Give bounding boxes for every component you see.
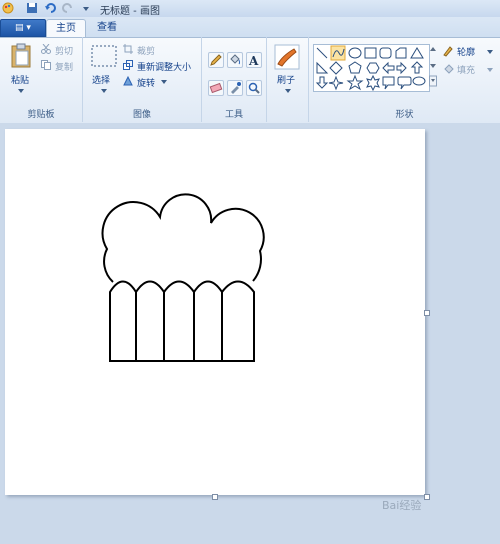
arrow-left-shape-icon	[396, 61, 407, 75]
resize-icon	[123, 60, 133, 70]
right-triangle-shape-icon	[316, 61, 329, 74]
tab-home[interactable]: 主页	[46, 19, 86, 38]
outline-button[interactable]: 轮廓	[457, 45, 475, 58]
resize-handle-bottom[interactable]	[212, 494, 218, 500]
fence-post-4	[193, 280, 223, 362]
callout-oval-shape-icon	[412, 76, 426, 86]
star4-shape-icon	[328, 75, 344, 91]
fence-post-5	[221, 280, 255, 362]
file-menu-button[interactable]: ▤ ▾	[0, 19, 46, 37]
arrow-up-shape-icon	[410, 61, 424, 74]
scissors-icon	[41, 44, 51, 54]
pencil-icon[interactable]	[208, 52, 224, 68]
shapes-gallery-icons[interactable]	[314, 45, 429, 92]
rotate-dropdown-icon[interactable]	[160, 79, 168, 85]
fence-post-2	[135, 280, 165, 362]
paste-button-label[interactable]: 粘贴	[11, 73, 29, 86]
customize-toolbar-icon[interactable]	[80, 2, 92, 14]
polygon-shape-icon	[395, 47, 407, 59]
paste-icon[interactable]	[10, 43, 34, 69]
cut-button[interactable]: 剪切	[55, 44, 73, 57]
callout-rect-shape-icon	[382, 76, 395, 90]
shapes-scroll-icon[interactable]	[429, 46, 437, 88]
rounded-rectangle-shape-icon	[379, 47, 392, 59]
brushes-group: 刷子	[267, 37, 309, 122]
tree-drawing	[101, 193, 265, 362]
resize-handle-right[interactable]	[424, 310, 430, 316]
fill-button[interactable]: 填充	[457, 63, 475, 76]
resize-handle-corner[interactable]	[424, 494, 430, 500]
drawing-canvas[interactable]	[5, 129, 425, 495]
select-dropdown-icon[interactable]	[100, 88, 108, 94]
paint-app-icon	[2, 2, 14, 14]
fill-icon	[444, 64, 454, 74]
image-group-label: 图像	[132, 110, 151, 120]
fill-dropdown-icon[interactable]	[486, 67, 494, 73]
clipboard-group-label: 剪贴板	[27, 110, 55, 120]
redo-icon[interactable]	[62, 2, 74, 14]
window-title: 无标题 - 画图	[100, 6, 160, 17]
color-picker-icon[interactable]	[227, 80, 243, 96]
magnifier-icon[interactable]	[246, 80, 262, 96]
select-icon[interactable]	[91, 45, 117, 67]
shapes-gallery	[313, 44, 430, 92]
title-bar: 无标题 - 画图	[0, 0, 500, 18]
star6-shape-icon	[366, 74, 380, 92]
brushes-dropdown-icon[interactable]	[284, 88, 292, 94]
undo-icon[interactable]	[44, 2, 56, 14]
line-shape-icon	[316, 47, 328, 59]
hexagon-shape-icon	[366, 62, 380, 74]
eraser-icon[interactable]	[208, 80, 224, 96]
fill-bucket-icon[interactable]	[227, 52, 243, 68]
diamond-shape-icon	[329, 61, 343, 75]
arrow-right-shape-icon	[382, 61, 395, 75]
resize-button[interactable]: 重新调整大小	[137, 60, 191, 73]
select-button-label[interactable]: 选择	[92, 73, 110, 86]
fence-post-1	[109, 280, 137, 362]
rotate-icon	[123, 76, 133, 86]
text-icon[interactable]: A	[246, 52, 262, 68]
crop-button[interactable]: 裁剪	[137, 44, 155, 57]
arrow-down-shape-icon	[315, 76, 329, 89]
tools-group: A 工具	[202, 37, 267, 122]
crop-icon	[123, 44, 133, 54]
oval-shape-icon	[348, 47, 362, 59]
watermark: Bai经验	[382, 499, 422, 512]
svg-text:A: A	[248, 54, 259, 68]
callout-rounded-shape-icon	[397, 76, 412, 90]
clipboard-group: 剪贴板 粘贴 剪切 复制 剪贴板	[0, 37, 83, 122]
tools-group-label: 工具	[224, 110, 243, 120]
copy-button[interactable]: 复制	[55, 60, 73, 73]
shapes-group-label: 形状	[395, 110, 414, 120]
cloud-crown	[101, 193, 265, 283]
outline-dropdown-icon[interactable]	[486, 49, 494, 55]
fence-post-3	[163, 280, 195, 362]
image-group: 选择 裁剪 重新调整大小 旋转 图像	[83, 37, 202, 122]
paste-dropdown-icon[interactable]	[17, 88, 25, 94]
triangle-shape-icon	[410, 47, 424, 59]
star5-shape-icon	[346, 74, 364, 91]
rotate-button[interactable]: 旋转	[137, 76, 155, 89]
brushes-button-label[interactable]: 刷子	[277, 73, 295, 86]
pentagon-shape-icon	[348, 61, 362, 74]
rectangle-shape-icon	[364, 47, 377, 59]
brush-icon[interactable]	[274, 44, 300, 70]
tab-view[interactable]: 查看	[88, 19, 126, 37]
outline-icon	[443, 46, 453, 57]
copy-icon	[41, 60, 51, 70]
save-icon[interactable]	[26, 2, 38, 14]
